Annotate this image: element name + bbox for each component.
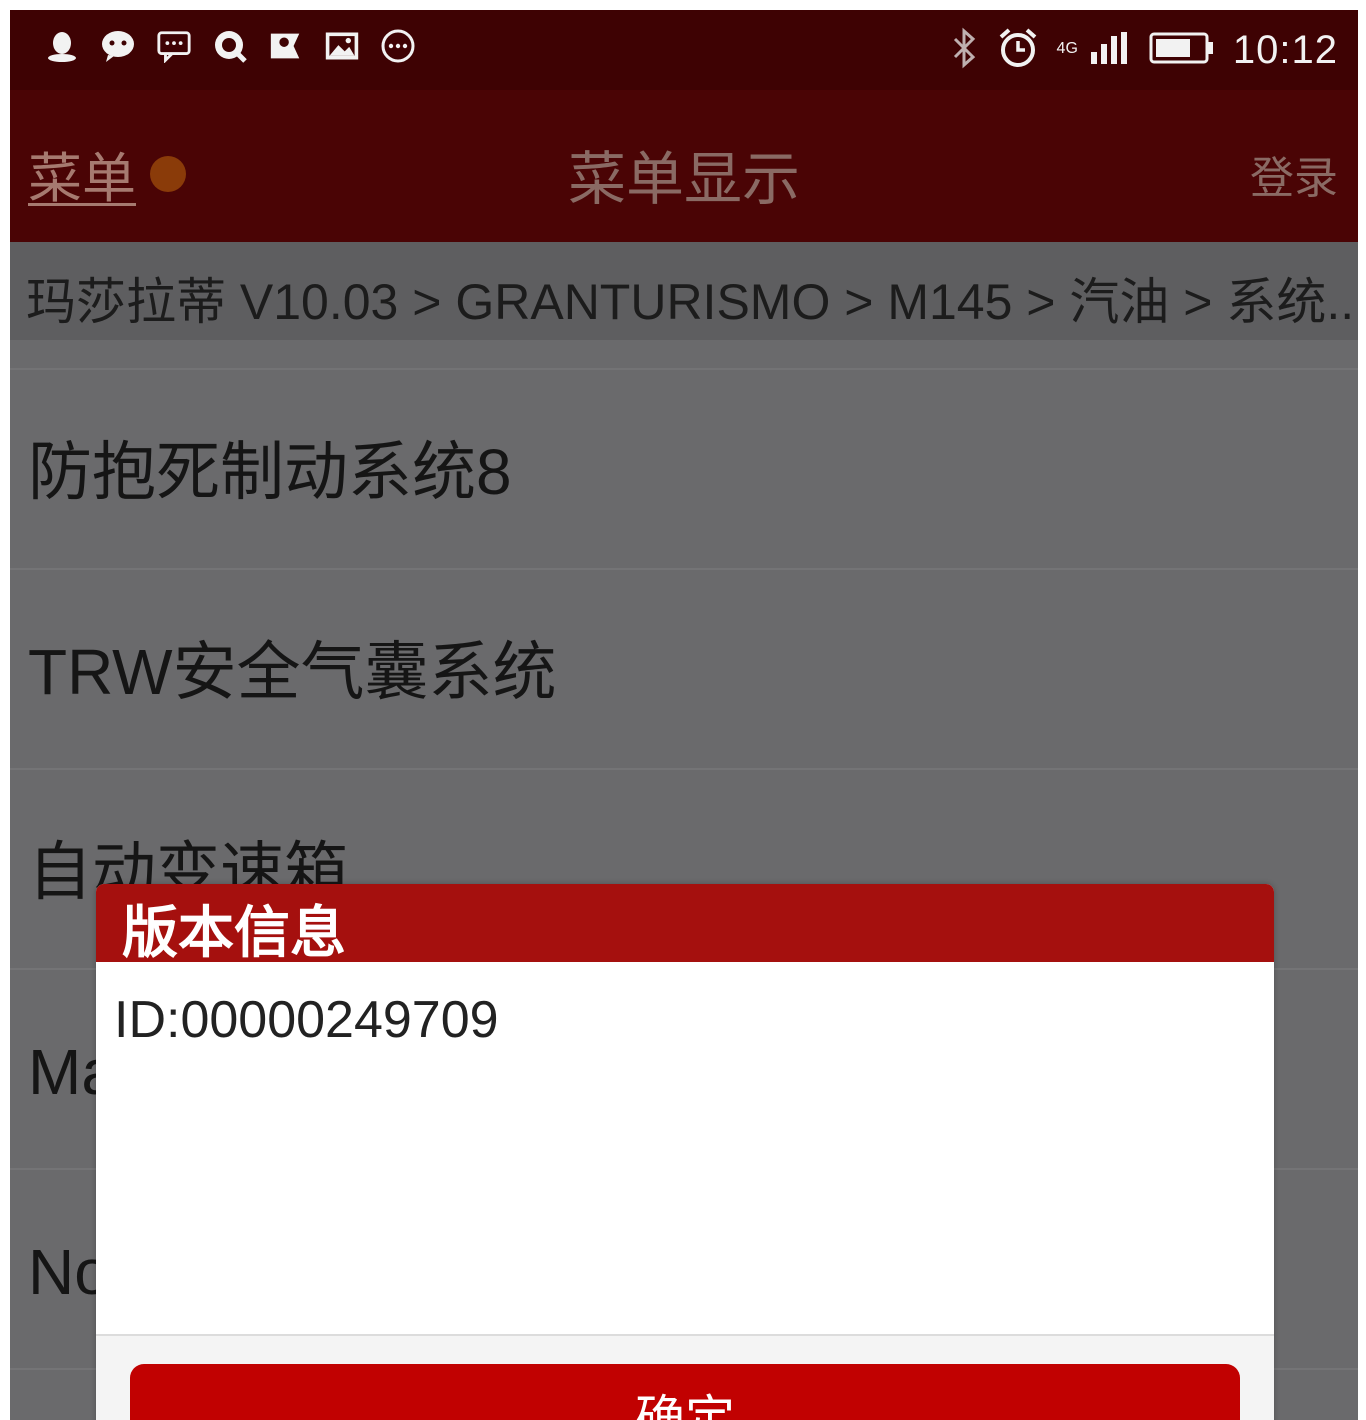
- app-header: 菜单 菜单显示 登录: [10, 90, 1358, 242]
- dialog-header: 版本信息: [96, 884, 1274, 966]
- message-icon: [156, 28, 192, 64]
- more-icon: [380, 28, 416, 64]
- page-title: 菜单显示: [567, 145, 800, 213]
- dialog-title: 版本信息: [122, 901, 346, 966]
- app-screen: 4G 10:12 菜单 菜单显示 登录 玛莎拉蒂 V10.03 > GRANTU…: [10, 10, 1358, 1420]
- network-type: 4G: [1056, 40, 1078, 57]
- dialog-body: ID:00000249709: [96, 962, 1274, 1336]
- confirm-button[interactable]: 确定: [130, 1364, 1240, 1420]
- alarm-icon: [997, 27, 1039, 73]
- version-info-dialog: 版本信息 ID:00000249709 确定: [96, 884, 1274, 1420]
- list-item-label: TRW安全气囊系统: [28, 636, 557, 708]
- signal-icon: 4G: [1057, 30, 1131, 70]
- breadcrumb-path: 玛莎拉蒂 V10.03 > GRANTURISMO > M145 > 汽油 > …: [26, 274, 1358, 330]
- list-item-abs[interactable]: 防抱死制动系统8: [10, 370, 1358, 570]
- map-pin-icon: [268, 28, 304, 64]
- notification-icons: [44, 28, 416, 64]
- qq-penguin-icon: [44, 28, 80, 64]
- gallery-icon: [324, 28, 360, 64]
- status-time: 10:12: [1232, 27, 1338, 72]
- breadcrumb: 玛莎拉蒂 V10.03 > GRANTURISMO > M145 > 汽油 > …: [10, 242, 1358, 342]
- wechat-icon: [100, 28, 136, 64]
- system-icons: 4G 10:12: [949, 24, 1338, 76]
- bluetooth-icon: [949, 27, 979, 73]
- login-button[interactable]: 登录: [1250, 142, 1338, 206]
- list-item-airbag[interactable]: TRW安全气囊系统: [10, 570, 1358, 770]
- dialog-footer: 确定: [96, 1336, 1274, 1420]
- status-bar: 4G 10:12: [10, 10, 1358, 90]
- list-item-label: 防抱死制动系统8: [28, 436, 512, 508]
- device-id-text: ID:00000249709: [114, 991, 499, 1049]
- qq-chat-icon: [212, 28, 248, 64]
- battery-icon: [1149, 31, 1215, 69]
